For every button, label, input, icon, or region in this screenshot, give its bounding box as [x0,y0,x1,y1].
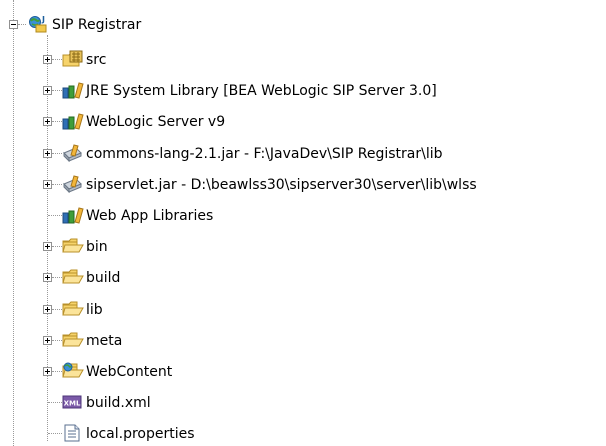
expand-toggle[interactable] [43,117,52,126]
tree-item-weblogic[interactable]: WebLogic Server v9 [0,107,606,137]
expand-toggle[interactable] [43,273,52,282]
project-explorer-tree: J SIP Registrar src JRE System Library [… [0,0,606,446]
xml-file-icon: XML [62,393,82,411]
svg-text:XML: XML [64,400,81,408]
tree-item-label: sipservlet.jar - D:\beawlss30\sipserver3… [86,177,477,193]
tree-item-src[interactable]: src [0,45,606,75]
tree-item-bin[interactable]: bin [0,232,606,262]
tree-item-meta[interactable]: meta [0,326,606,356]
tree-item-label: WebContent [86,364,173,380]
web-folder-icon [62,362,84,380]
tree-item-sipservlet[interactable]: sipservlet.jar - D:\beawlss30\sipserver3… [0,170,606,200]
row-connector [48,402,62,403]
expand-toggle[interactable] [43,242,52,251]
web-project-icon: J [27,14,47,33]
tree-item-lib[interactable]: lib [0,295,606,325]
row-connector [48,215,62,216]
row-connector [52,90,62,91]
tree-item-web[interactable]: Web App Libraries [0,201,606,231]
jar-icon [62,175,82,193]
source-folder-icon [62,50,83,68]
tree-item-label: WebLogic Server v9 [86,114,226,130]
svg-text:J: J [41,15,45,24]
row-connector [52,371,62,372]
library-icon [62,81,84,99]
tree-item-jre[interactable]: JRE System Library [BEA WebLogic SIP Ser… [0,76,606,106]
tree-item-label: src [86,52,107,68]
row-connector [52,153,62,154]
text-file-icon [62,424,82,442]
tree-item-label: build [86,270,121,286]
expand-toggle[interactable] [43,180,52,189]
tree-item-label: local.properties [86,426,195,442]
tree-item-local[interactable]: local.properties [0,419,606,446]
row-connector [52,121,62,122]
folder-icon [62,300,84,318]
tree-item-build[interactable]: XML build.xml [0,388,606,418]
folder-icon [62,331,84,349]
tree-item-webcontent[interactable]: WebContent [0,357,606,387]
row-connector [52,309,62,310]
tree-item-project[interactable]: J SIP Registrar [0,10,606,40]
tree-item-commons[interactable]: commons-lang-2.1.jar - F:\JavaDev\SIP Re… [0,139,606,169]
expand-toggle[interactable] [43,367,52,376]
row-connector [52,277,62,278]
row-connector [52,59,62,60]
tree-item-label: JRE System Library [BEA WebLogic SIP Ser… [86,83,437,99]
expand-toggle[interactable] [43,86,52,95]
project-name: SIP Registrar [52,17,142,33]
tree-item-label: meta [86,333,123,349]
expand-toggle[interactable] [43,55,52,64]
library-icon [62,112,84,130]
root-connector [18,24,26,25]
expand-toggle[interactable] [43,305,52,314]
library-icon [62,206,84,224]
row-connector [52,340,62,341]
tree-item-label: lib [86,302,103,318]
row-connector [52,184,62,185]
expand-toggle[interactable] [43,149,52,158]
tree-item-label: Web App Libraries [86,208,214,224]
tree-item-label: bin [86,239,108,255]
expand-toggle[interactable] [43,336,52,345]
folder-icon [62,268,84,286]
tree-item-build[interactable]: build [0,263,606,293]
folder-icon [62,237,84,255]
row-connector [52,246,62,247]
row-connector [48,433,62,434]
tree-item-label: build.xml [86,395,151,411]
tree-item-label: commons-lang-2.1.jar - F:\JavaDev\SIP Re… [86,146,443,162]
jar-icon [62,144,82,162]
collapse-toggle[interactable] [9,20,18,29]
